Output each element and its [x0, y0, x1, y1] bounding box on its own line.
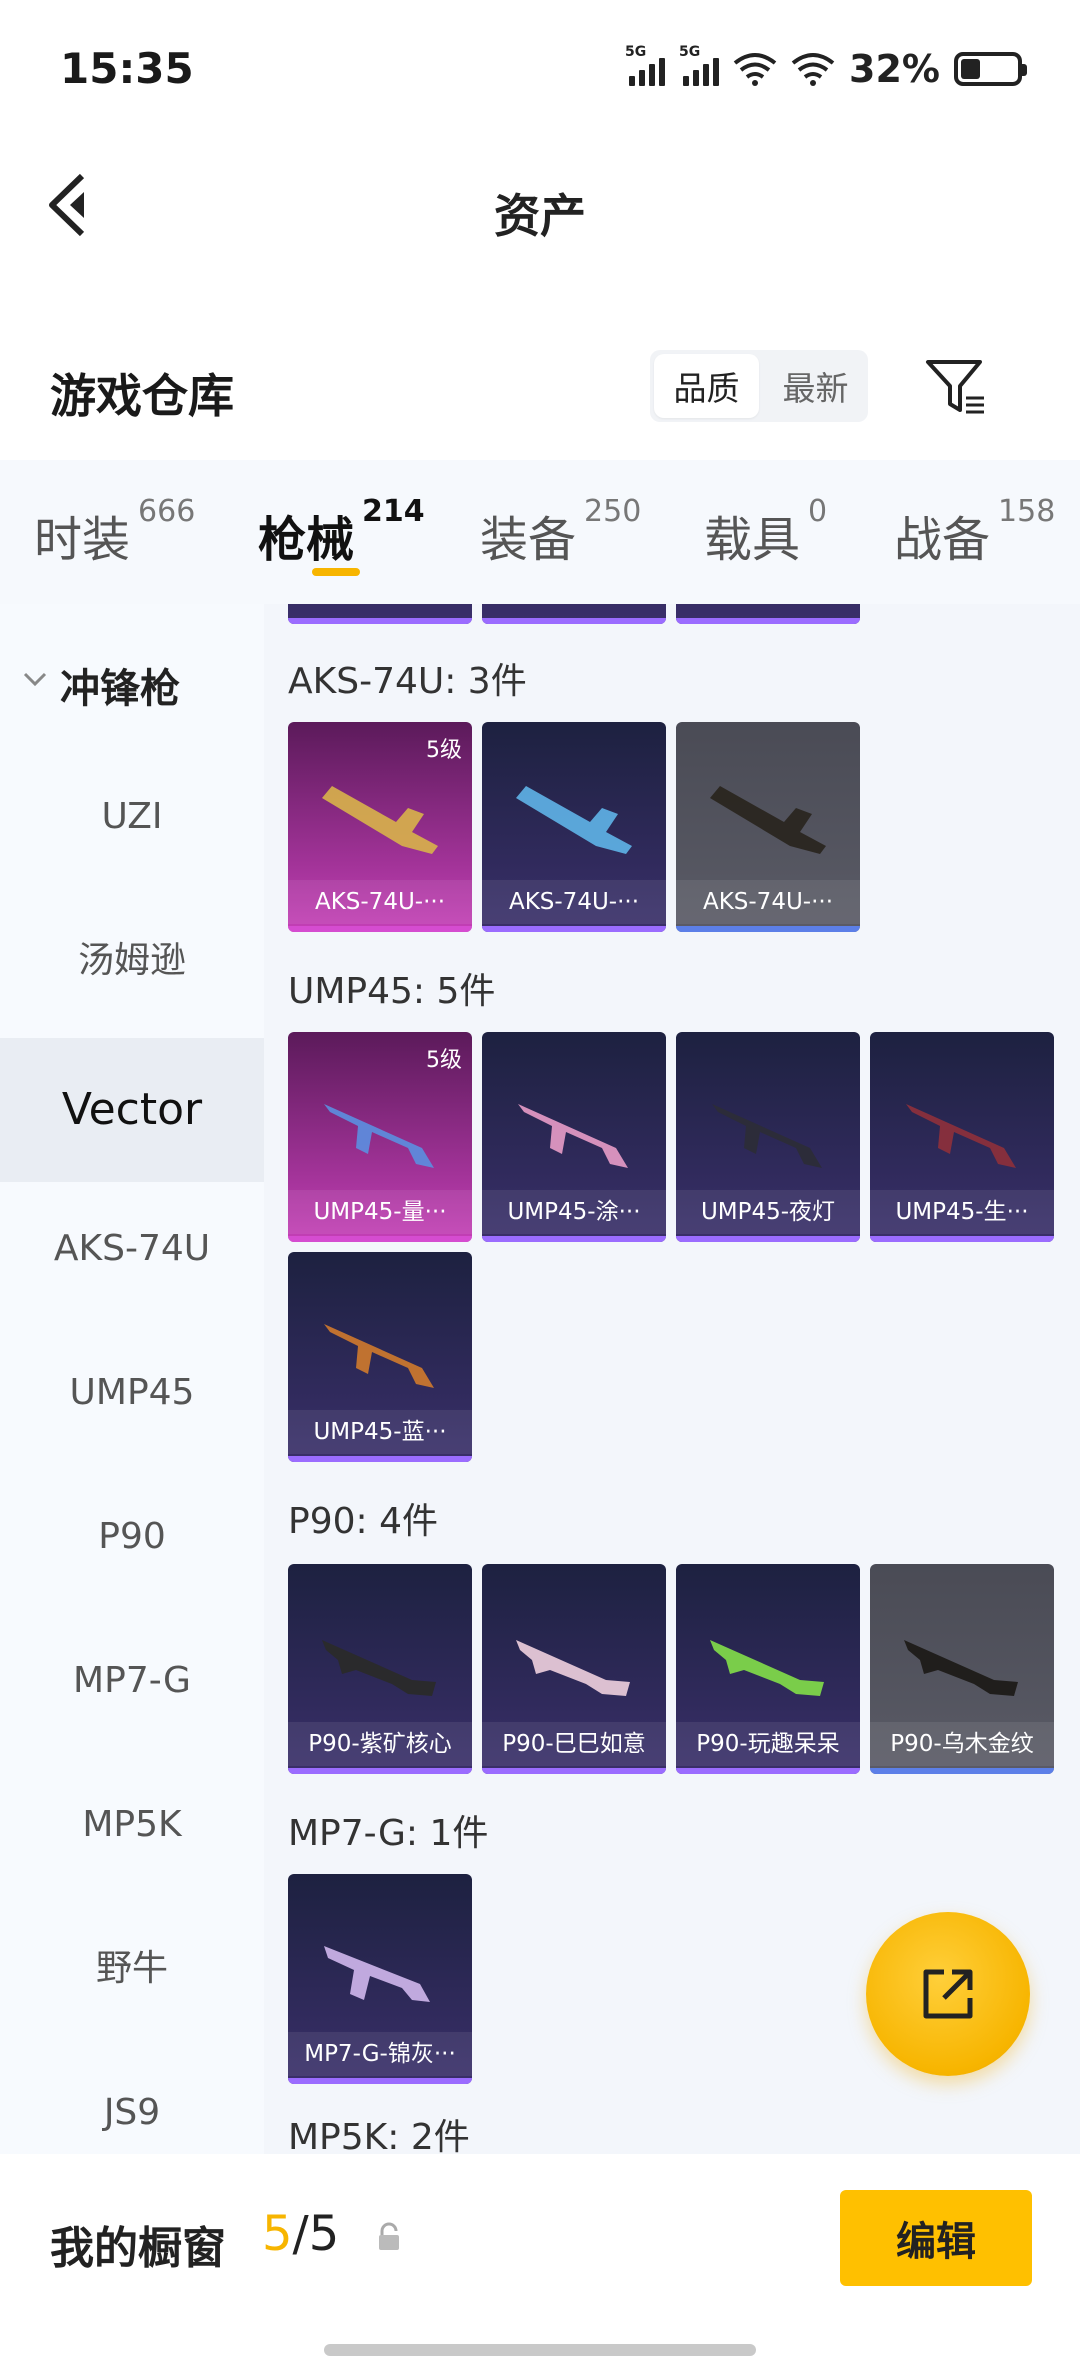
status-bar: 15:35 5G 5G 32%: [0, 0, 1080, 140]
warehouse-title: 游戏仓库: [50, 369, 234, 423]
section-title-ump45: UMP45: 5件: [288, 971, 496, 1012]
section-title-aks74u: AKS-74U: 3件: [288, 661, 527, 702]
showcase-bar: 我的橱窗 5/5 编辑: [0, 2154, 1080, 2376]
signal-icon: 5G: [625, 44, 666, 86]
sort-latest-button[interactable]: 最新: [763, 350, 868, 422]
wifi-icon-2: [791, 53, 835, 86]
category-item-ump45[interactable]: UMP45: [0, 1358, 264, 1428]
showcase-count: 5/5: [262, 2206, 340, 2262]
weapon-card[interactable]: UMP45-夜灯: [676, 1032, 860, 1242]
weapon-card[interactable]: P90-紫矿核心: [288, 1564, 472, 1774]
home-indicator[interactable]: [324, 2344, 756, 2356]
weapon-image: [322, 786, 438, 854]
weapon-image: [324, 1324, 434, 1388]
category-item-bizon[interactable]: 野牛: [0, 1934, 264, 2004]
weapon-image: [710, 786, 826, 854]
weapon-image: [904, 1640, 1018, 1696]
category-item-js9[interactable]: JS9: [0, 2078, 264, 2148]
category-item-mp7g[interactable]: MP7-G: [0, 1646, 264, 1716]
weapon-image: [324, 1946, 430, 2002]
level-badge: 5级: [426, 1048, 462, 1073]
weapon-image: [710, 1640, 824, 1696]
weapon-category-list: 冲锋枪 UZI 汤姆逊 Vector AKS-74U UMP45 P90 MP7…: [0, 604, 264, 2154]
chevron-down-icon: [23, 672, 47, 687]
tab-vehicles[interactable]: 载具0: [704, 494, 827, 570]
tab-supplies[interactable]: 战备158: [894, 494, 1055, 570]
weapon-card[interactable]: UMP45-涂···: [482, 1032, 666, 1242]
weapon-card[interactable]: AKS-74U-···: [482, 722, 666, 932]
weapon-card[interactable]: [288, 604, 472, 624]
category-tabs: 时装666 枪械214 装备250 载具0 战备158: [0, 460, 1080, 604]
tab-fashion[interactable]: 时装666: [34, 494, 195, 570]
tab-equipment[interactable]: 装备250: [480, 494, 641, 570]
share-external-icon: [923, 1969, 973, 2019]
weapon-card[interactable]: AKS-74U-···: [676, 722, 860, 932]
signal-icon-2: 5G: [679, 44, 720, 86]
tab-weapons[interactable]: 枪械214: [258, 494, 425, 570]
battery-icon: [954, 52, 1027, 86]
sort-quality-button[interactable]: 品质: [654, 354, 759, 418]
weapon-image: [516, 1640, 630, 1696]
warehouse-header: 游戏仓库 品质 最新: [0, 330, 1080, 460]
category-group-smg[interactable]: 冲锋枪: [0, 644, 264, 724]
edit-button[interactable]: 编辑: [840, 2190, 1032, 2286]
weapon-card[interactable]: MP7-G-锦灰···: [288, 1874, 472, 2084]
title-bar: 资产: [0, 140, 1080, 270]
category-item-mp5k[interactable]: MP5K: [0, 1790, 264, 1860]
status-time: 15:35: [60, 44, 194, 93]
weapon-card[interactable]: [482, 604, 666, 624]
category-item-aks74u[interactable]: AKS-74U: [0, 1214, 264, 1284]
wifi-icon: [733, 53, 777, 86]
weapon-image: [322, 1640, 436, 1696]
weapon-card[interactable]: P90-巳巳如意: [482, 1564, 666, 1774]
weapon-image: [324, 1104, 434, 1168]
category-item-vector[interactable]: Vector: [0, 1038, 264, 1182]
weapon-card[interactable]: 5级 AKS-74U-···: [288, 722, 472, 932]
section-title-mp5k: MP5K: 2件: [288, 2117, 470, 2154]
share-button[interactable]: [866, 1912, 1030, 2076]
active-tab-indicator: [312, 568, 360, 576]
weapon-image: [906, 1104, 1016, 1168]
category-item-thompson[interactable]: 汤姆逊: [0, 926, 264, 996]
weapon-image: [516, 786, 632, 854]
lock-icon: [379, 2222, 399, 2250]
category-item-uzi[interactable]: UZI: [0, 782, 264, 852]
weapon-card[interactable]: UMP45-生···: [870, 1032, 1054, 1242]
showcase-label: 我的橱窗: [50, 2223, 226, 2274]
filter-icon[interactable]: [922, 354, 988, 420]
section-title-mp7g: MP7-G: 1件: [288, 1813, 489, 1854]
section-title-p90: P90: 4件: [288, 1501, 438, 1542]
weapon-card[interactable]: P90-乌木金纹: [870, 1564, 1054, 1774]
battery-percent: 32%: [849, 47, 940, 91]
weapon-card[interactable]: 5级 UMP45-量···: [288, 1032, 472, 1242]
weapon-card[interactable]: [676, 604, 860, 624]
weapon-card[interactable]: P90-玩趣呆呆: [676, 1564, 860, 1774]
weapon-image: [712, 1104, 822, 1168]
page-title: 资产: [494, 189, 586, 243]
level-badge: 5级: [426, 738, 462, 763]
sort-toggle: 品质 最新: [650, 350, 868, 422]
weapon-image: [518, 1104, 628, 1168]
weapon-card[interactable]: UMP45-蓝···: [288, 1252, 472, 1462]
category-item-p90[interactable]: P90: [0, 1502, 264, 1572]
